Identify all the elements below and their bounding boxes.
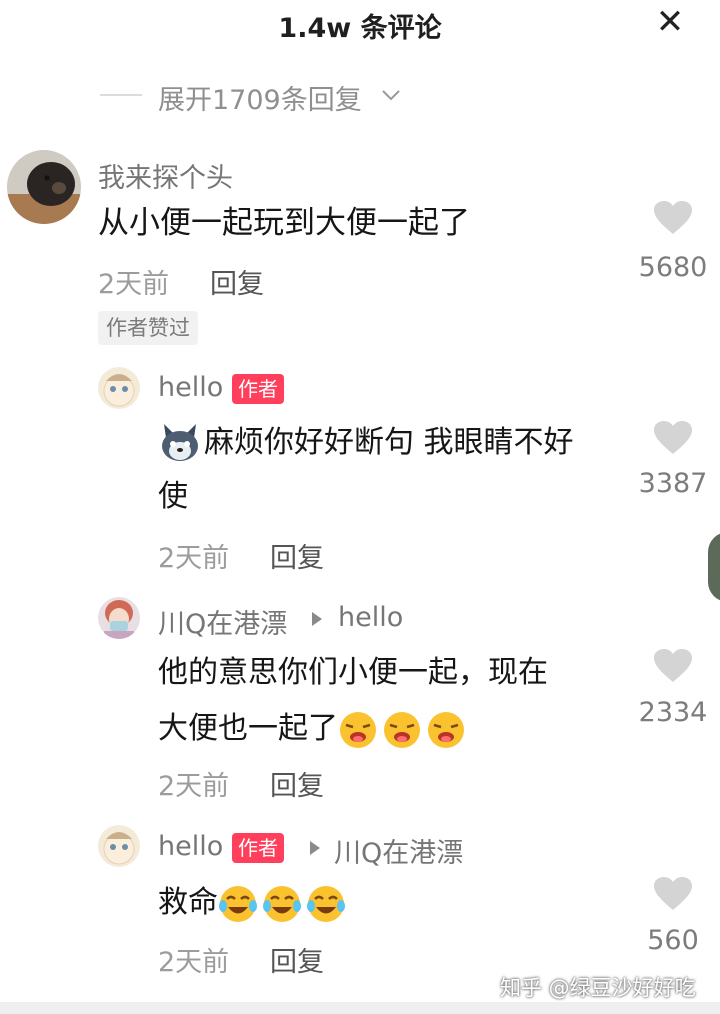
avatar[interactable] — [98, 597, 140, 639]
reply-button[interactable]: 回复 — [270, 764, 324, 803]
divider-line — [100, 94, 142, 96]
crying-laugh-emoji-icon — [219, 885, 257, 922]
watermark-text: 知乎 @绿豆沙好好吃 — [500, 976, 696, 1000]
reply-username[interactable]: hello — [158, 372, 223, 403]
reply-username[interactable]: hello — [158, 831, 223, 862]
crying-laugh-emoji-icon — [263, 885, 301, 922]
reply-arrow-icon — [312, 612, 322, 626]
reply-to-username[interactable]: 川Q在港漂 — [334, 831, 463, 870]
like-count: 3387 — [638, 468, 708, 499]
comment-username[interactable]: 我来探个头 — [98, 156, 233, 195]
like-count: 2334 — [638, 697, 708, 728]
reply-text-line1: 他的意思你们小便一起，现在 — [158, 655, 548, 690]
comments-title: 1.4w 条评论 — [278, 13, 442, 44]
bottom-bar — [0, 1002, 720, 1014]
reply-text-line2: 大便也一起了 — [158, 711, 338, 746]
reply-text-row: 救命 — [158, 876, 350, 930]
floating-edge-element — [708, 532, 720, 602]
author-badge: 作者 — [232, 374, 284, 404]
smirk-emoji-icon — [428, 711, 464, 748]
comment-time: 2天前 — [98, 269, 170, 300]
reply-username[interactable]: 川Q在港漂 — [158, 602, 287, 641]
close-icon[interactable]: ✕ — [650, 2, 690, 42]
author-liked-tag: 作者赞过 — [98, 311, 198, 345]
like-heart-icon[interactable] — [653, 648, 693, 684]
reply-text-line1: 救命 — [158, 885, 218, 920]
reply-button[interactable]: 回复 — [270, 536, 324, 575]
smirk-emoji-icon — [340, 711, 376, 748]
avatar[interactable] — [98, 825, 140, 867]
reply-button[interactable]: 回复 — [210, 262, 264, 301]
like-heart-icon[interactable] — [653, 200, 693, 236]
crying-laugh-emoji-icon — [307, 885, 345, 922]
husky-emoji-icon — [158, 420, 202, 464]
avatar[interactable] — [98, 367, 140, 409]
reply-time: 2天前 — [158, 947, 230, 978]
like-heart-icon[interactable] — [653, 420, 693, 456]
reply-arrow-icon — [310, 841, 320, 855]
reply-time: 2天前 — [158, 543, 230, 574]
smirk-emoji-icon — [384, 711, 420, 748]
like-count: 5680 — [638, 252, 708, 283]
avatar[interactable] — [7, 150, 81, 224]
chevron-down-icon[interactable] — [380, 84, 402, 106]
reply-text-line1: 麻烦你好好断句 我眼睛不好 — [204, 425, 574, 460]
reply-button[interactable]: 回复 — [270, 940, 324, 979]
reply-time: 2天前 — [158, 771, 230, 802]
reply-text-line2: 使 — [158, 479, 188, 514]
comment-text: 从小便一起玩到大便一起了 — [98, 205, 470, 241]
reply-text-line2-row: 大便也一起了 — [158, 702, 470, 756]
like-count: 560 — [647, 925, 699, 956]
reply-to-username[interactable]: hello — [338, 602, 403, 633]
author-badge: 作者 — [232, 833, 284, 863]
expand-replies-button[interactable]: 展开1709条回复 — [158, 78, 362, 117]
like-heart-icon[interactable] — [653, 876, 693, 912]
